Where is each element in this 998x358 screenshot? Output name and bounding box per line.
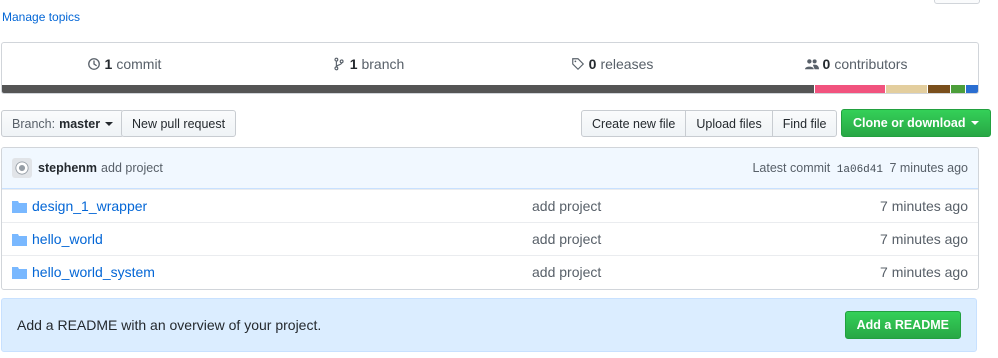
git-branch-icon	[334, 57, 344, 71]
avatar[interactable]	[12, 158, 32, 178]
language-segment[interactable]	[950, 85, 966, 93]
file-age: 7 minutes ago	[880, 198, 968, 214]
new-pull-request-button[interactable]: New pull request	[121, 110, 237, 137]
readme-text: Add a README with an overview of your pr…	[17, 317, 322, 333]
contributors-stat[interactable]: 0 contributors	[734, 56, 978, 72]
language-segment[interactable]	[814, 85, 885, 93]
latest-commit-label: Latest commit	[752, 160, 831, 175]
table-row: hello_world add project 7 minutes ago	[2, 222, 978, 255]
contributors-label: contributors	[834, 56, 908, 72]
tag-icon	[571, 58, 584, 71]
commit-sha[interactable]: 1a06d41	[837, 164, 883, 176]
clone-download-button[interactable]: Clone or download	[841, 109, 991, 137]
table-row: hello_world_system add project 7 minutes…	[2, 255, 978, 288]
file-age: 7 minutes ago	[880, 264, 968, 280]
commits-label: commit	[116, 56, 162, 72]
find-file-button[interactable]: Find file	[771, 110, 838, 137]
file-commit-message[interactable]: add project	[532, 231, 601, 247]
branches-count: 1	[349, 56, 358, 72]
releases-label: releases	[600, 56, 654, 72]
language-segment[interactable]	[928, 85, 950, 93]
file-actions-group: Create new file Upload files Find file	[581, 110, 838, 137]
file-name[interactable]: design_1_wrapper	[32, 198, 147, 214]
file-commit-message[interactable]: add project	[532, 198, 601, 214]
history-icon	[87, 58, 100, 70]
branch-key: Branch:	[12, 116, 56, 131]
caret-down-icon	[970, 121, 979, 125]
commit-message[interactable]: add project	[101, 161, 163, 175]
language-segment[interactable]	[885, 85, 928, 93]
language-segment[interactable]	[966, 85, 978, 93]
folder-icon	[12, 233, 28, 246]
add-readme-button[interactable]: Add a README	[844, 311, 961, 339]
clone-label: Clone or download	[853, 116, 966, 130]
file-age: 7 minutes ago	[880, 231, 968, 247]
commit-age: 7 minutes ago	[889, 160, 968, 175]
commits-count: 1	[104, 56, 113, 72]
readme-prompt: Add a README with an overview of your pr…	[1, 298, 977, 352]
folder-icon	[12, 200, 28, 213]
releases-count: 0	[588, 56, 597, 72]
top-right-button[interactable]	[934, 0, 980, 4]
octocat-icon	[15, 161, 29, 175]
create-new-file-button[interactable]: Create new file	[581, 110, 687, 137]
contributors-count: 0	[822, 56, 831, 72]
branch-select-button[interactable]: Branch: master	[1, 110, 125, 137]
commits-stat[interactable]: 1 commit	[2, 56, 246, 72]
repo-stats-bar: 1 commit 1 branch 0 releases 0 contribut…	[1, 42, 979, 94]
latest-commit-info: Latest commit 1a06d41 7 minutes ago	[752, 161, 968, 176]
file-name[interactable]: hello_world_system	[32, 264, 155, 280]
manage-topics-link[interactable]: Manage topics	[2, 10, 80, 24]
language-bar[interactable]	[2, 85, 978, 93]
upload-files-button[interactable]: Upload files	[685, 110, 773, 137]
people-icon	[804, 59, 819, 70]
caret-down-icon	[105, 121, 114, 126]
commit-author[interactable]: stephenm	[38, 161, 97, 175]
releases-stat[interactable]: 0 releases	[490, 56, 734, 72]
folder-icon	[12, 266, 28, 279]
commit-tease: stephenm add project Latest commit 1a06d…	[2, 148, 978, 189]
file-commit-message[interactable]: add project	[532, 264, 601, 280]
branch-value: master	[59, 116, 101, 131]
file-name[interactable]: hello_world	[32, 231, 103, 247]
branches-label: branch	[361, 56, 405, 72]
branches-stat[interactable]: 1 branch	[246, 56, 490, 72]
file-list: stephenm add project Latest commit 1a06d…	[1, 147, 979, 290]
language-segment[interactable]	[2, 85, 814, 93]
table-row: design_1_wrapper add project 7 minutes a…	[2, 189, 978, 222]
